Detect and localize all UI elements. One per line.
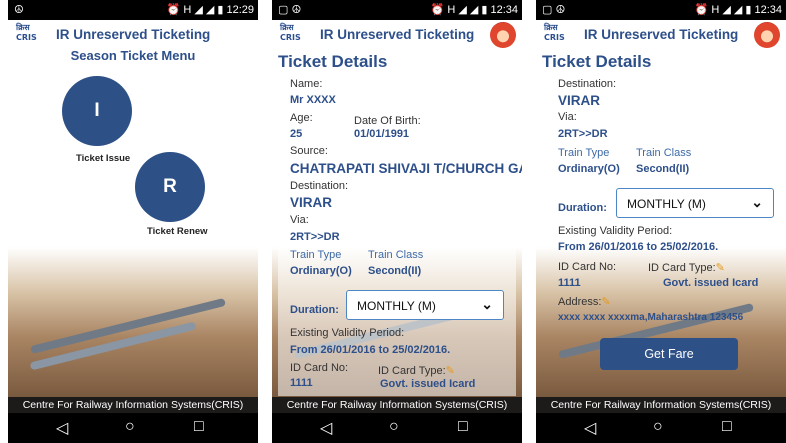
status-bar: ▢ ☮ ⏰ H ◢ ◢ ▮ 12:34 (272, 0, 522, 20)
train-class-value: Second(II) (368, 265, 422, 277)
id-card-value: 1111 (558, 277, 581, 289)
railway-logo-icon (490, 22, 516, 48)
validity-label: Existing Validity Period: (558, 225, 673, 237)
destination-value: VIRAR (558, 93, 601, 108)
train-background-image (8, 247, 258, 397)
address-label-text: Address: (558, 296, 602, 308)
notification-icon: ▢ ☮ (278, 4, 302, 16)
train-class-label: Train Class (368, 249, 424, 261)
duration-dropdown[interactable]: MONTHLY (M) ⌄ (346, 290, 504, 320)
pencil-icon[interactable]: ✎ (601, 295, 610, 308)
duration-selected-value: MONTHLY (M) (357, 299, 436, 313)
railway-logo-icon (754, 22, 780, 48)
page-title: Ticket Details (278, 52, 388, 71)
train-type-value: Ordinary(O) (290, 265, 352, 277)
id-card-type-label-text: ID Card Type: (648, 262, 716, 274)
train-type-label: Train Type (290, 249, 342, 261)
dob-value: 01/01/1991 (354, 128, 410, 140)
status-bar: ▢ ☮ ⏰ H ◢ ◢ ▮ 12:34 (536, 0, 786, 20)
name-value: Mr XXXX (290, 94, 336, 106)
id-card-value: 1111 (290, 377, 313, 389)
id-card-type-value: Govt. issued Icard (380, 378, 476, 390)
validity-value: From 26/01/2016 to 25/02/2016. (290, 344, 451, 356)
ticket-renew-label[interactable]: Ticket Renew (147, 226, 208, 237)
via-label: Via: (558, 111, 577, 123)
source-value: CHATRAPATI SHIVAJI T/CHURCH GATE (290, 161, 522, 176)
ticket-issue-button[interactable]: I (62, 76, 132, 146)
screen-season-ticket-menu: ☮ ⏰ H ◢ ◢ ▮ 12:29 क्रिस CRIS IR Unreserv… (8, 0, 258, 443)
status-indicators: ⏰ H ◢ ◢ ▮ 12:34 (694, 4, 782, 16)
cris-logo: क्रिस CRIS (280, 23, 301, 42)
nav-bar: ◁ ○ □ (8, 413, 258, 443)
status-bar: ☮ ⏰ H ◢ ◢ ▮ 12:29 (8, 0, 258, 20)
page-subtitle: Season Ticket Menu (70, 48, 196, 63)
id-card-type-label: ID Card Type:✎ (378, 364, 455, 377)
notification-icon: ☮ (14, 4, 24, 16)
age-value: 25 (290, 128, 303, 140)
age-label: Age: (290, 112, 313, 124)
train-class-value: Second(II) (636, 163, 690, 175)
via-label: Via: (290, 214, 309, 226)
footer-text: Centre For Railway Information Systems(C… (8, 397, 258, 413)
footer-text: Centre For Railway Information Systems(C… (272, 397, 522, 413)
back-icon[interactable]: ◁ (320, 418, 332, 438)
back-icon[interactable]: ◁ (584, 418, 596, 438)
home-icon[interactable]: ○ (653, 418, 663, 436)
home-icon[interactable]: ○ (125, 418, 135, 436)
via-value: 2RT>>DR (558, 128, 608, 140)
chevron-down-icon: ⌄ (751, 194, 763, 210)
address-value: xxxx xxxx xxxxma,Maharashtra 123456 (558, 312, 744, 323)
duration-dropdown[interactable]: MONTHLY (M) ⌄ (616, 188, 774, 218)
nav-bar: ◁ ○ □ (272, 413, 522, 443)
nav-bar: ◁ ○ □ (536, 413, 786, 443)
recent-apps-icon[interactable]: □ (194, 418, 204, 436)
pencil-icon[interactable]: ✎ (446, 364, 455, 377)
get-fare-button[interactable]: Get Fare (600, 338, 738, 370)
app-header: क्रिस CRIS IR Unreserved Ticketing (8, 20, 258, 48)
app-title: IR Unreserved Ticketing (584, 27, 739, 42)
app-title: IR Unreserved Ticketing (56, 27, 211, 42)
cris-logo: क्रिस CRIS (16, 23, 37, 42)
via-value: 2RT>>DR (290, 231, 340, 243)
duration-label: Duration: (558, 202, 607, 214)
id-card-type-value: Govt. issued Icard (663, 277, 759, 289)
recent-apps-icon[interactable]: □ (722, 418, 732, 436)
chevron-down-icon: ⌄ (481, 296, 493, 312)
source-label: Source: (290, 145, 328, 157)
id-card-type-label: ID Card Type:✎ (648, 261, 725, 274)
ticket-renew-button[interactable]: R (135, 152, 205, 222)
notification-icon: ▢ ☮ (542, 4, 566, 16)
dob-label: Date Of Birth: (354, 115, 421, 127)
id-card-label: ID Card No: (290, 362, 349, 374)
app-title: IR Unreserved Ticketing (320, 27, 475, 42)
duration-label: Duration: (290, 304, 339, 316)
cris-logo: क्रिस CRIS (544, 23, 565, 42)
address-label: Address:✎ (558, 295, 611, 308)
status-indicators: ⏰ H ◢ ◢ ▮ 12:34 (430, 4, 518, 16)
id-card-type-label-text: ID Card Type: (378, 365, 446, 377)
validity-value: From 26/01/2016 to 25/02/2016. (558, 241, 719, 253)
duration-selected-value: MONTHLY (M) (627, 197, 706, 211)
destination-label: Destination: (290, 180, 349, 192)
footer-text: Centre For Railway Information Systems(C… (536, 397, 786, 413)
recent-apps-icon[interactable]: □ (458, 418, 468, 436)
back-icon[interactable]: ◁ (56, 418, 68, 438)
train-type-label: Train Type (558, 147, 610, 159)
app-header: क्रिस CRIS IR Unreserved Ticketing (272, 20, 522, 48)
screen-ticket-details-bottom: ▢ ☮ ⏰ H ◢ ◢ ▮ 12:34 क्रिस CRIS IR Unrese… (536, 0, 786, 443)
status-indicators: ⏰ H ◢ ◢ ▮ 12:29 (166, 4, 254, 16)
pencil-icon[interactable]: ✎ (716, 261, 725, 274)
app-header: क्रिस CRIS IR Unreserved Ticketing (536, 20, 786, 48)
destination-label: Destination: (558, 78, 617, 90)
home-icon[interactable]: ○ (389, 418, 399, 436)
ticket-issue-label[interactable]: Ticket Issue (76, 153, 130, 164)
screen-ticket-details-top: ▢ ☮ ⏰ H ◢ ◢ ▮ 12:34 क्रिस CRIS IR Unrese… (272, 0, 522, 443)
train-type-value: Ordinary(O) (558, 163, 620, 175)
name-label: Name: (290, 78, 323, 90)
id-card-label: ID Card No: (558, 261, 617, 273)
destination-value: VIRAR (290, 195, 333, 210)
train-class-label: Train Class (636, 147, 692, 159)
validity-label: Existing Validity Period: (290, 327, 405, 339)
page-title: Ticket Details (542, 52, 652, 71)
